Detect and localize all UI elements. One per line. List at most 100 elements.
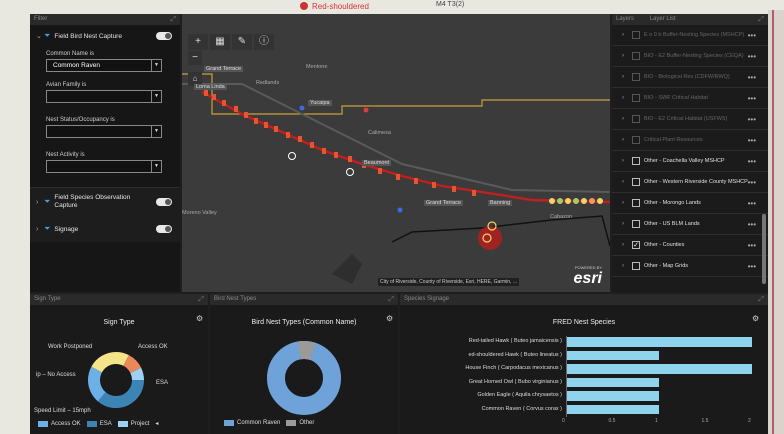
- chevron-right-icon[interactable]: ›: [622, 221, 628, 227]
- common-name-select[interactable]: Common Raven ▼: [46, 59, 162, 72]
- more-options-icon[interactable]: •••: [748, 199, 756, 208]
- more-options-icon[interactable]: •••: [748, 136, 756, 145]
- layer-item[interactable]: › ✓ Other - Counties •••: [612, 235, 768, 256]
- layer-item[interactable]: › Other - Coachella Valley MSHCP •••: [612, 151, 768, 172]
- filter-icon: ⏷: [44, 31, 51, 40]
- more-options-icon[interactable]: •••: [748, 94, 756, 103]
- basemap-gallery-button[interactable]: ▦: [210, 34, 230, 50]
- chevron-right-icon[interactable]: ›: [622, 179, 628, 185]
- chevron-right-icon[interactable]: ›: [622, 158, 628, 164]
- expand-icon[interactable]: ⤢: [198, 294, 204, 305]
- layer-item[interactable]: › BIO - E2 Critical Habitat (USFWS) •••: [612, 109, 768, 130]
- avian-family-select[interactable]: ▼: [46, 90, 162, 103]
- bar[interactable]: [566, 391, 659, 401]
- slice-label: Speed Limit – 15mph: [34, 408, 91, 414]
- layer-list-scrollbar[interactable]: [762, 214, 766, 284]
- layer-item[interactable]: › Other - Western Riverside County MSHCP •…: [612, 172, 768, 193]
- layer-item[interactable]: › E o 0 b Buffer-Nesting Species (MSHCP) •…: [612, 25, 768, 46]
- layer-item[interactable]: › BIO - E2 Buffer-Nesting Species (CEQA) •…: [612, 46, 768, 67]
- map-label: Yucaipa: [308, 100, 332, 106]
- layer-list-header: Layers Layer List ⤢: [612, 14, 768, 25]
- expand-icon[interactable]: ⤢: [170, 14, 176, 25]
- layer-checkbox[interactable]: [632, 73, 640, 81]
- esri-logo[interactable]: esri: [574, 270, 602, 288]
- filter-toggle[interactable]: [156, 198, 172, 206]
- more-options-icon[interactable]: •••: [748, 178, 756, 187]
- chevron-right-icon[interactable]: ›: [36, 199, 44, 206]
- layer-item[interactable]: › BIO - SWF Critical Habitat •••: [612, 88, 768, 109]
- chevron-right-icon[interactable]: ›: [622, 116, 628, 122]
- bar[interactable]: [566, 337, 752, 347]
- layer-checkbox[interactable]: [632, 31, 640, 39]
- chevron-right-icon[interactable]: ›: [622, 95, 628, 101]
- panel-header-label: Bird Nest Types: [214, 296, 257, 302]
- more-options-icon[interactable]: •••: [748, 241, 756, 250]
- layer-checkbox[interactable]: [632, 178, 640, 186]
- layer-label: BIO - E2 Buffer-Nesting Species (CEQA): [644, 52, 744, 59]
- bar[interactable]: [566, 350, 659, 360]
- dropdown-arrow-icon[interactable]: ▼: [151, 161, 161, 172]
- layer-item[interactable]: › Critical Plant Resources •••: [612, 130, 768, 151]
- filter-group-bird-nest[interactable]: ⌄ ⏷ Field Bird Nest Capture: [30, 25, 180, 47]
- map-label: Banning: [488, 200, 513, 206]
- legend-item[interactable]: Other: [286, 420, 314, 426]
- sketch-button[interactable]: ✎: [232, 34, 252, 50]
- chevron-right-icon[interactable]: ›: [622, 53, 628, 59]
- layer-checkbox[interactable]: [632, 115, 640, 123]
- layer-checkbox[interactable]: [632, 262, 640, 270]
- more-options-icon[interactable]: •••: [748, 220, 756, 229]
- bar[interactable]: [566, 364, 752, 374]
- layer-item[interactable]: › Other - Morongo Lands •••: [612, 193, 768, 214]
- layer-item[interactable]: › Other - US BLM Lands •••: [612, 214, 768, 235]
- layer-item[interactable]: › BIO - Biological Res (CDFW/RWQ) •••: [612, 67, 768, 88]
- more-options-icon[interactable]: •••: [748, 52, 756, 61]
- info-button[interactable]: ⓘ: [254, 34, 274, 50]
- legend-item[interactable]: Access OK: [38, 420, 81, 427]
- expand-icon[interactable]: ⤢: [758, 14, 764, 25]
- map-view[interactable]: + ▦ ✎ ⓘ − ⌂ Grand Terrace Redlands Loma …: [182, 14, 610, 292]
- layer-checkbox[interactable]: [632, 94, 640, 102]
- chevron-right-icon[interactable]: ›: [36, 226, 44, 233]
- filter-toggle[interactable]: [156, 225, 172, 233]
- more-options-icon[interactable]: •••: [748, 262, 756, 271]
- chevron-right-icon[interactable]: ›: [622, 263, 628, 269]
- legend-item[interactable]: Common Raven: [224, 420, 280, 426]
- chevron-right-icon[interactable]: ›: [622, 242, 628, 248]
- dropdown-arrow-icon[interactable]: ▼: [151, 91, 161, 102]
- chevron-right-icon[interactable]: ›: [622, 32, 628, 38]
- chevron-down-icon[interactable]: ⌄: [36, 32, 44, 40]
- legend-item[interactable]: Project: [117, 420, 149, 427]
- layer-checkbox[interactable]: [632, 157, 640, 165]
- filter-toggle[interactable]: [156, 32, 172, 40]
- map-attribution[interactable]: City of Riverside, County of Riverside, …: [378, 278, 519, 286]
- zoom-out-button[interactable]: −: [188, 51, 202, 65]
- gear-icon[interactable]: ⚙: [196, 314, 203, 323]
- map-label: Calimesa: [368, 130, 391, 136]
- dropdown-arrow-icon[interactable]: ▼: [151, 126, 161, 137]
- layer-checkbox[interactable]: [632, 52, 640, 60]
- layer-checkbox[interactable]: [632, 220, 640, 228]
- layer-checkbox[interactable]: ✓: [632, 241, 640, 249]
- gear-icon[interactable]: ⚙: [386, 314, 393, 323]
- layer-checkbox[interactable]: [632, 199, 640, 207]
- legend-item[interactable]: ESA: [86, 420, 112, 427]
- dropdown-arrow-icon[interactable]: ▼: [151, 60, 161, 71]
- zoom-in-button[interactable]: +: [188, 34, 208, 50]
- expand-icon[interactable]: ⤢: [388, 294, 394, 305]
- filter-group-species-observation[interactable]: › ⏷ Field Species Observation Capture: [30, 188, 180, 216]
- layer-item[interactable]: › Other - Map Grids •••: [612, 256, 768, 277]
- layer-checkbox[interactable]: [632, 136, 640, 144]
- nest-activity-select[interactable]: ▼: [46, 160, 162, 173]
- more-options-icon[interactable]: •••: [748, 157, 756, 166]
- bar[interactable]: [566, 377, 659, 387]
- bar[interactable]: [566, 404, 659, 414]
- more-options-icon[interactable]: •••: [748, 31, 756, 40]
- chevron-right-icon[interactable]: ›: [622, 137, 628, 143]
- chevron-right-icon[interactable]: ›: [622, 200, 628, 206]
- more-options-icon[interactable]: •••: [748, 115, 756, 124]
- chevron-right-icon[interactable]: ›: [622, 74, 628, 80]
- filter-group-signage[interactable]: › ⏷ Signage: [30, 216, 180, 242]
- more-options-icon[interactable]: •••: [748, 73, 756, 82]
- nest-status-select[interactable]: ▼: [46, 125, 162, 138]
- legend-prev-icon[interactable]: ◂: [155, 420, 158, 427]
